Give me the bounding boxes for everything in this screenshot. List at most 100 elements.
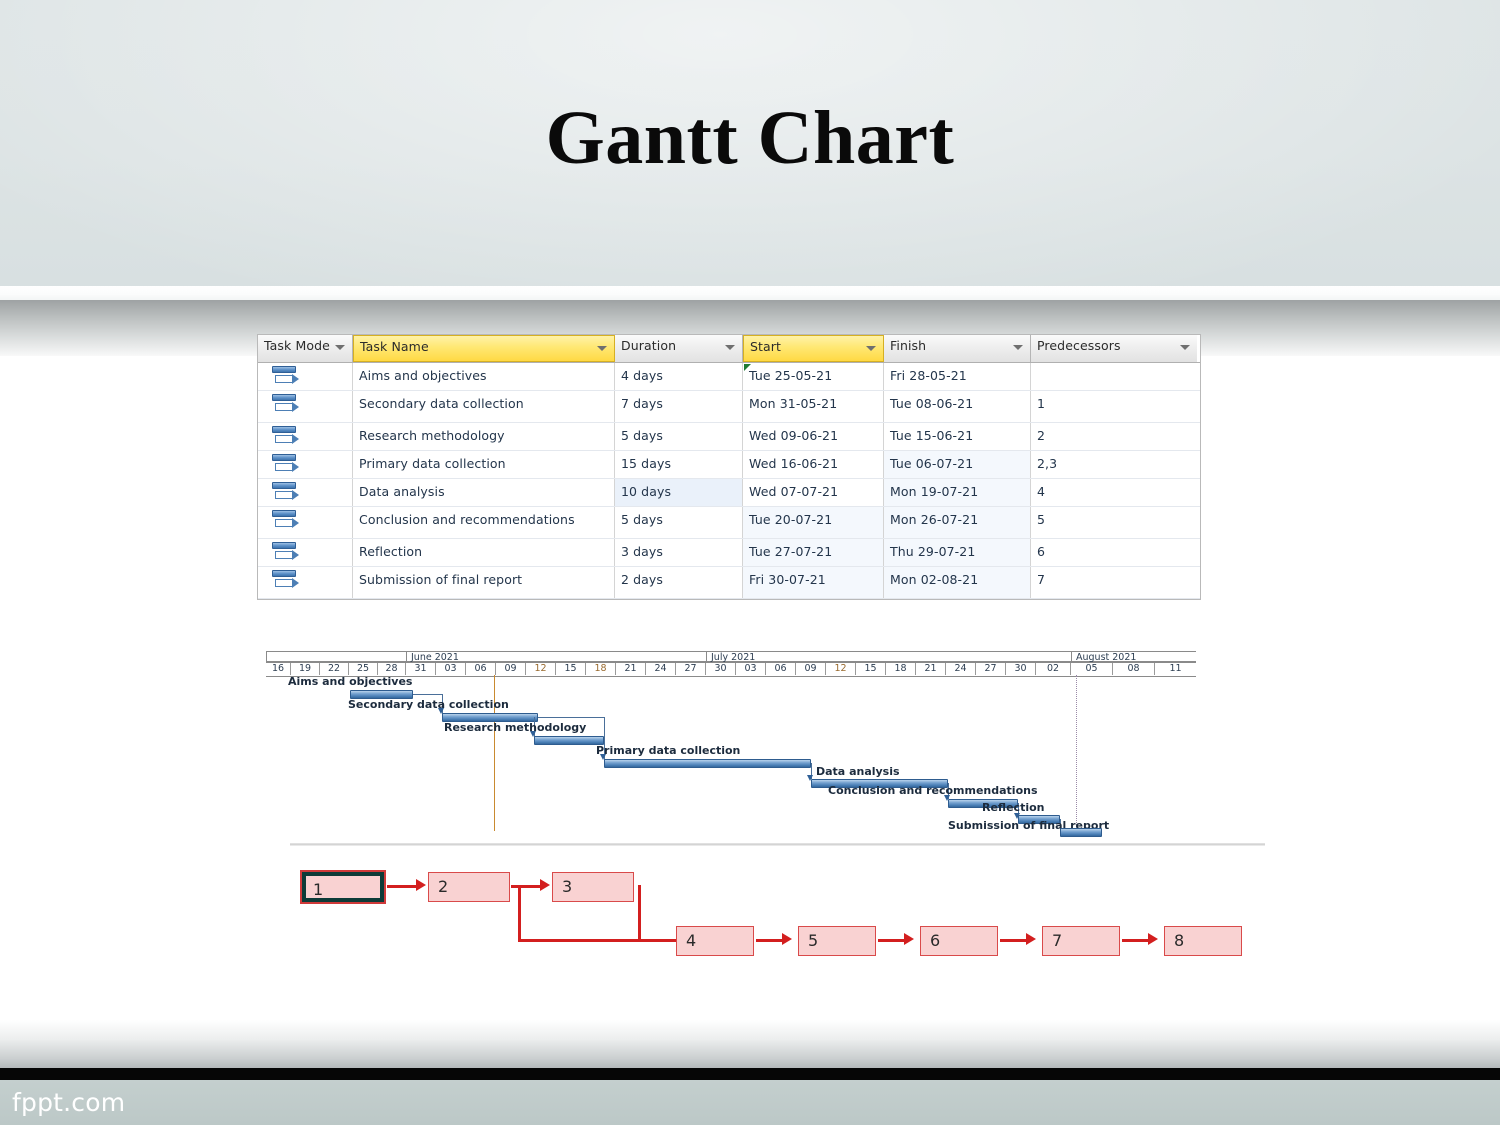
table-row[interactable]: Research methodology 5 days Wed 09-06-21…	[258, 423, 1200, 451]
table-row[interactable]: Secondary data collection 7 days Mon 31-…	[258, 391, 1200, 423]
network-node-6[interactable]: 6	[920, 926, 998, 956]
network-node-3[interactable]: 3	[552, 872, 634, 902]
cell-duration[interactable]: 10 days	[615, 479, 743, 506]
gantt-chart: June 2021 July 2021 August 2021 16 19 22…	[266, 651, 1196, 837]
network-edge-2-4	[518, 885, 521, 942]
cell-task-name[interactable]: Conclusion and recommendations	[353, 507, 615, 538]
cell-task-name[interactable]: Submission of final report	[353, 567, 615, 598]
footer-watermark: fppt.com	[12, 1088, 126, 1117]
table-row[interactable]: Reflection 3 days Tue 27-07-21 Thu 29-07…	[258, 539, 1200, 567]
gantt-day-tick: 03	[436, 663, 466, 675]
column-header-start[interactable]: Start	[743, 335, 884, 362]
table-row[interactable]: Primary data collection 15 days Wed 16-0…	[258, 451, 1200, 479]
cell-task-mode[interactable]	[258, 423, 353, 450]
column-header-predecessors[interactable]: Predecessors	[1031, 335, 1197, 362]
table-row[interactable]: Conclusion and recommendations 5 days Tu…	[258, 507, 1200, 539]
auto-schedule-icon	[272, 482, 302, 502]
gantt-day-tick: 21	[916, 663, 946, 675]
cell-task-mode[interactable]	[258, 479, 353, 506]
network-edge-7-8	[1122, 939, 1150, 942]
network-node-4[interactable]: 4	[676, 926, 754, 956]
network-node-label: 1	[313, 880, 324, 899]
cell-start[interactable]: Wed 16-06-21	[743, 451, 884, 478]
cell-duration[interactable]: 4 days	[615, 363, 743, 390]
chevron-down-icon[interactable]	[866, 346, 876, 351]
column-header-duration-label: Duration	[621, 338, 677, 353]
cell-start[interactable]: Mon 31-05-21	[743, 391, 884, 422]
cell-start[interactable]: Wed 09-06-21	[743, 423, 884, 450]
cell-task-mode[interactable]	[258, 567, 353, 598]
network-node-2[interactable]: 2	[428, 872, 510, 902]
table-body: Aims and objectives 4 days Tue 25-05-21 …	[258, 363, 1200, 599]
cell-task-mode[interactable]	[258, 451, 353, 478]
chevron-down-icon[interactable]	[1180, 345, 1190, 350]
table-row[interactable]: Data analysis 10 days Wed 07-07-21 Mon 1…	[258, 479, 1200, 507]
cell-predecessors[interactable]: 2,3	[1031, 451, 1197, 478]
gantt-day-tick: 06	[466, 663, 496, 675]
network-node-7[interactable]: 7	[1042, 926, 1120, 956]
chevron-down-icon[interactable]	[1013, 345, 1023, 350]
cell-task-mode[interactable]	[258, 539, 353, 566]
gantt-bar[interactable]	[534, 736, 604, 745]
cell-start[interactable]: Wed 07-07-21	[743, 479, 884, 506]
arrow-head-icon	[1148, 933, 1158, 945]
gantt-bar[interactable]	[604, 759, 811, 768]
cell-task-name[interactable]: Reflection	[353, 539, 615, 566]
network-node-8[interactable]: 8	[1164, 926, 1242, 956]
gantt-day-tick: 28	[378, 663, 406, 675]
cell-finish[interactable]: Mon 26-07-21	[884, 507, 1031, 538]
gantt-month-prev	[266, 651, 406, 662]
cell-task-name[interactable]: Research methodology	[353, 423, 615, 450]
network-node-5[interactable]: 5	[798, 926, 876, 956]
table-row[interactable]: Aims and objectives 4 days Tue 25-05-21 …	[258, 363, 1200, 391]
arrow-head-icon	[904, 933, 914, 945]
cell-predecessors[interactable]: 2	[1031, 423, 1197, 450]
cell-finish[interactable]: Mon 02-08-21	[884, 567, 1031, 598]
cell-predecessors[interactable]: 5	[1031, 507, 1197, 538]
cell-predecessors[interactable]: 4	[1031, 479, 1197, 506]
gantt-day-tick: 27	[676, 663, 706, 675]
cell-predecessors[interactable]: 1	[1031, 391, 1197, 422]
cell-predecessors[interactable]: 6	[1031, 539, 1197, 566]
gantt-day-tick: 15	[856, 663, 886, 675]
cell-task-mode[interactable]	[258, 391, 353, 422]
cell-duration[interactable]: 7 days	[615, 391, 743, 422]
cell-start[interactable]: Tue 25-05-21	[743, 363, 884, 390]
cell-duration[interactable]: 5 days	[615, 423, 743, 450]
cell-task-mode[interactable]	[258, 363, 353, 390]
gantt-day-tick: 22	[320, 663, 349, 675]
network-node-1[interactable]: 1	[300, 870, 386, 904]
gantt-bar[interactable]	[1060, 828, 1102, 837]
gantt-day-tick: 24	[946, 663, 976, 675]
gantt-day-tick: 18	[886, 663, 916, 675]
table-row[interactable]: Submission of final report 2 days Fri 30…	[258, 567, 1200, 599]
cell-task-name[interactable]: Aims and objectives	[353, 363, 615, 390]
cell-task-name[interactable]: Data analysis	[353, 479, 615, 506]
cell-duration[interactable]: 3 days	[615, 539, 743, 566]
cell-finish[interactable]: Tue 06-07-21	[884, 451, 1031, 478]
cell-task-mode[interactable]	[258, 507, 353, 538]
chevron-down-icon[interactable]	[597, 346, 607, 351]
cell-finish[interactable]: Fri 28-05-21	[884, 363, 1031, 390]
cell-finish[interactable]: Tue 15-06-21	[884, 423, 1031, 450]
cell-start[interactable]: Fri 30-07-21	[743, 567, 884, 598]
cell-start[interactable]: Tue 20-07-21	[743, 507, 884, 538]
arrow-head-icon	[782, 933, 792, 945]
column-header-finish[interactable]: Finish	[884, 335, 1031, 362]
cell-task-name[interactable]: Secondary data collection	[353, 391, 615, 422]
cell-predecessors[interactable]	[1031, 363, 1197, 390]
chevron-down-icon[interactable]	[725, 345, 735, 350]
cell-duration[interactable]: 2 days	[615, 567, 743, 598]
chevron-down-icon[interactable]	[335, 345, 345, 350]
cell-finish[interactable]: Mon 19-07-21	[884, 479, 1031, 506]
cell-start[interactable]: Tue 27-07-21	[743, 539, 884, 566]
cell-duration[interactable]: 5 days	[615, 507, 743, 538]
column-header-task-mode[interactable]: Task Mode	[258, 335, 353, 362]
cell-task-name[interactable]: Primary data collection	[353, 451, 615, 478]
cell-finish[interactable]: Thu 29-07-21	[884, 539, 1031, 566]
cell-finish[interactable]: Tue 08-06-21	[884, 391, 1031, 422]
cell-duration[interactable]: 15 days	[615, 451, 743, 478]
column-header-duration[interactable]: Duration	[615, 335, 743, 362]
cell-predecessors[interactable]: 7	[1031, 567, 1197, 598]
column-header-task-name[interactable]: Task Name	[353, 335, 615, 362]
